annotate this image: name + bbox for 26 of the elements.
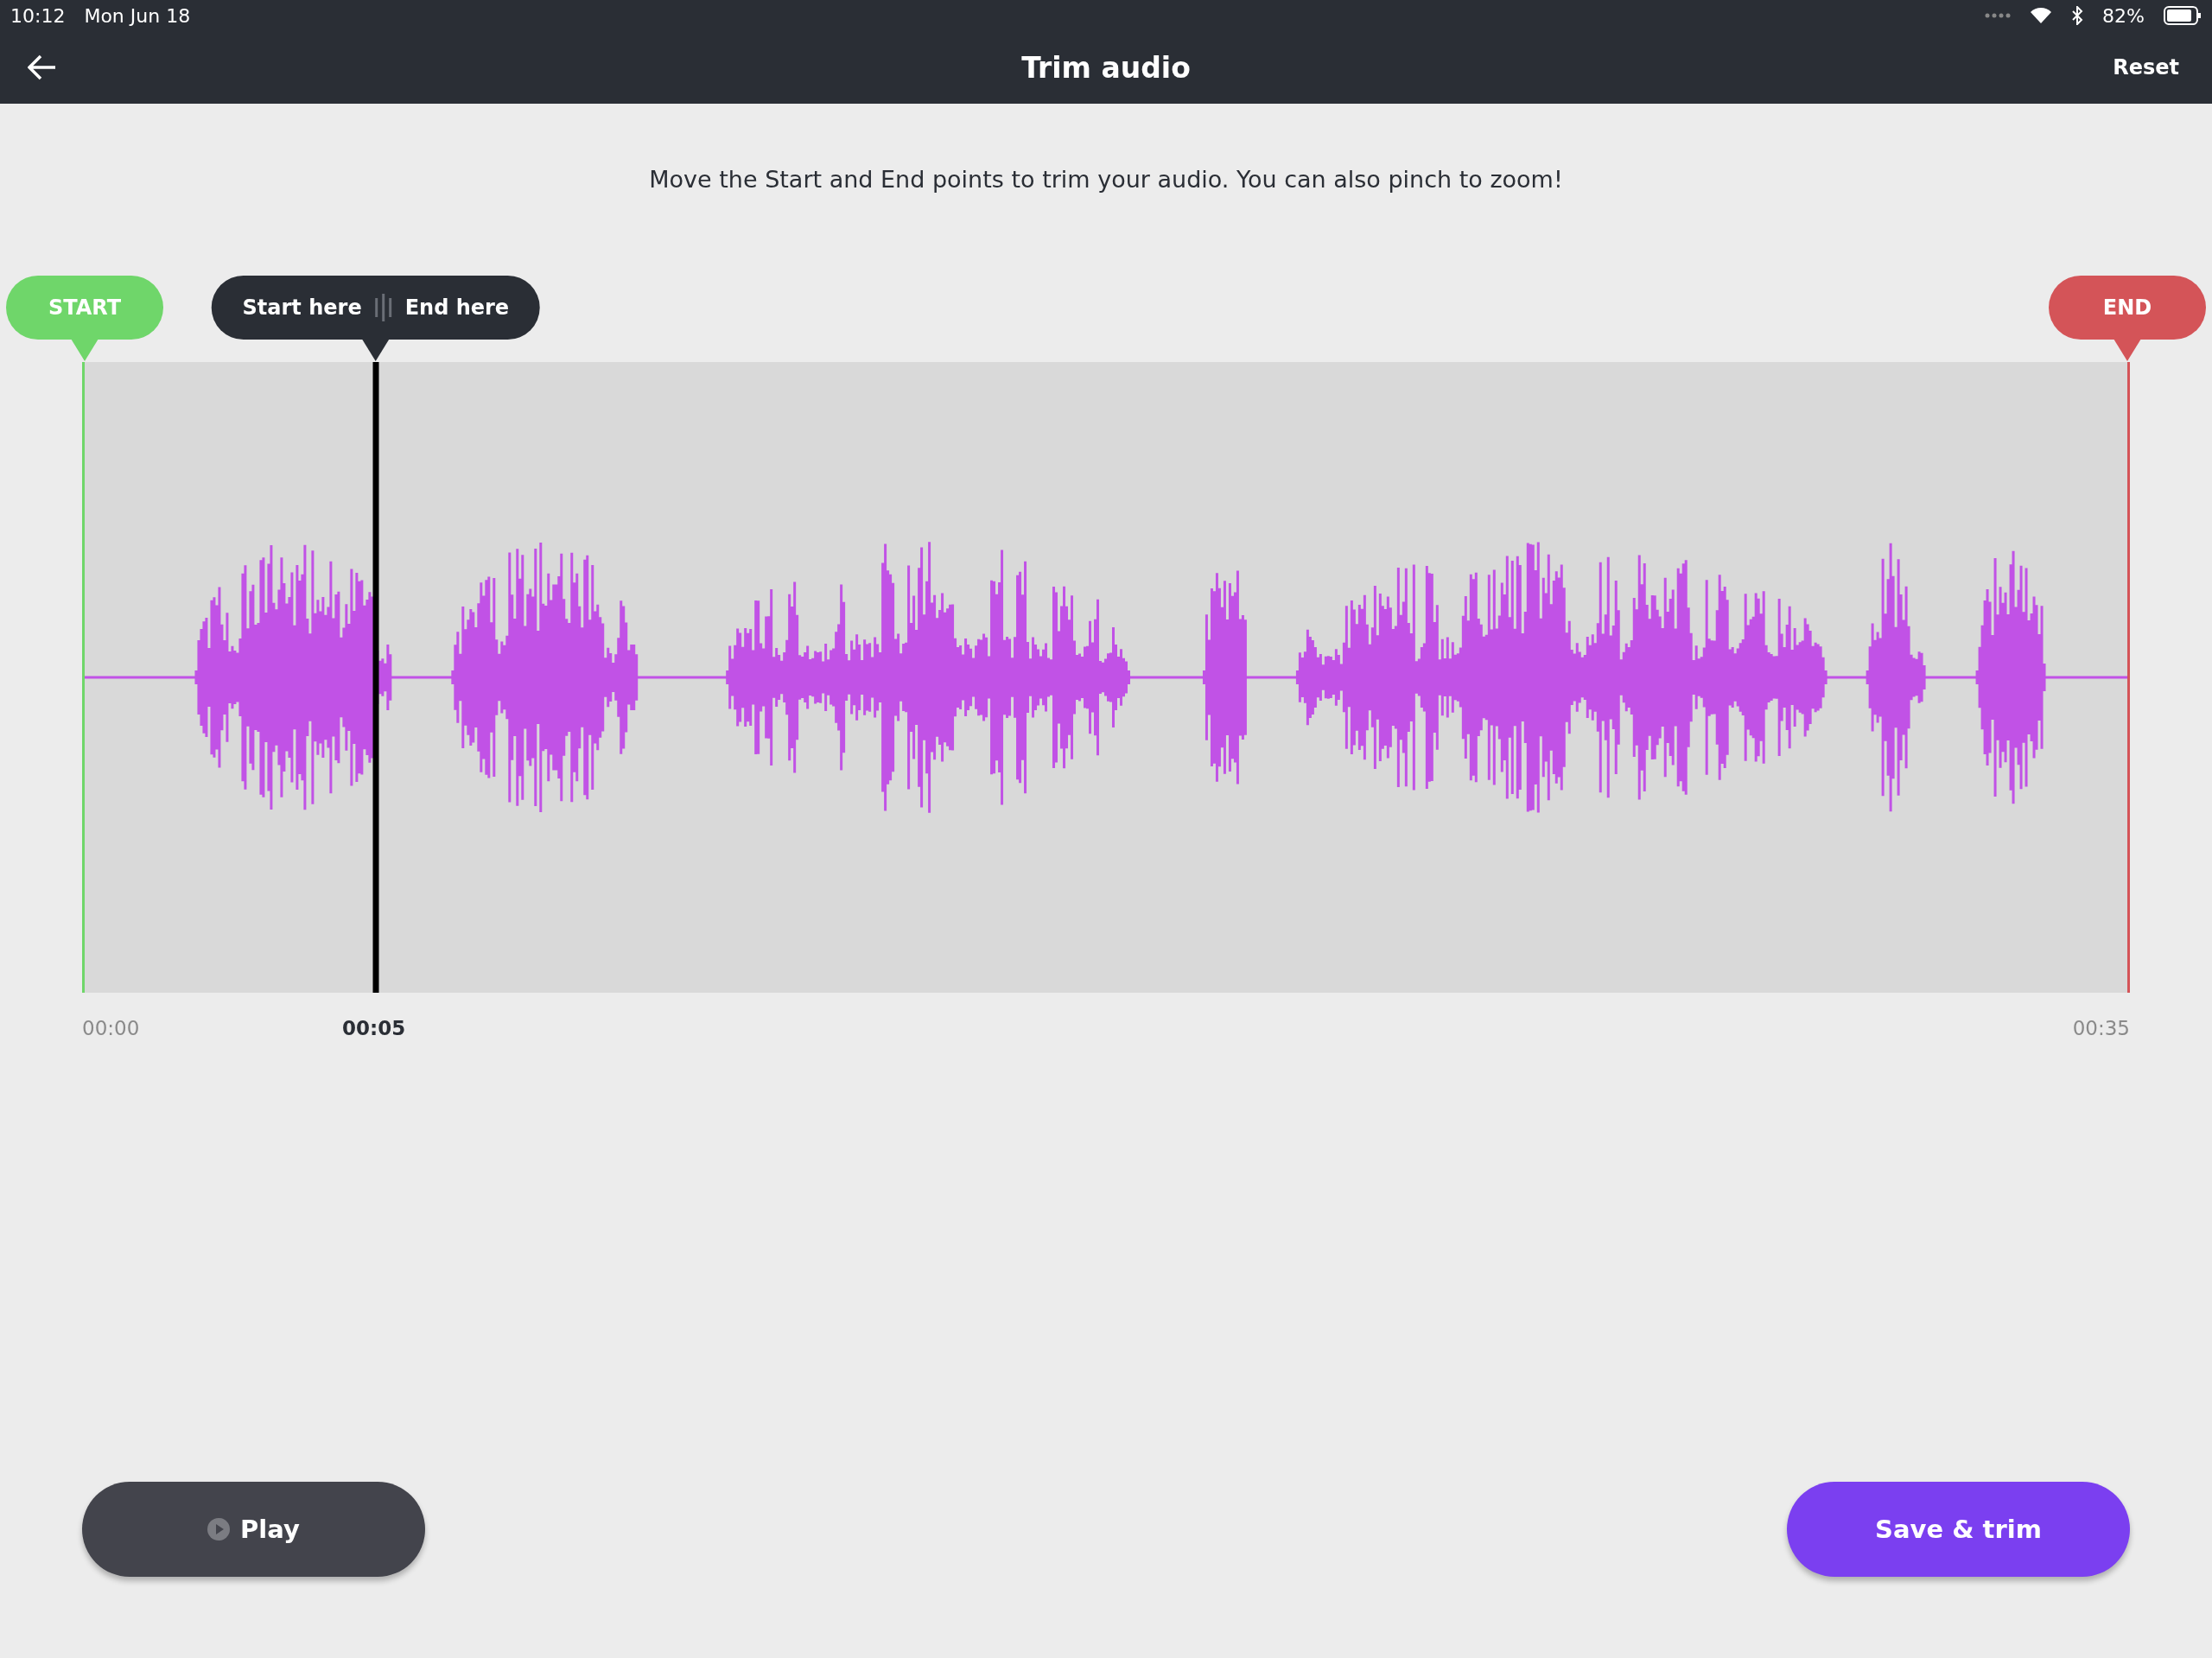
reset-button[interactable]: Reset: [2107, 54, 2184, 80]
bluetooth-icon: [2071, 6, 2084, 25]
instruction-text: Move the Start and End points to trim your audio. You can also pinch to zoom!: [648, 166, 1564, 193]
battery-percent: 82%: [2102, 4, 2145, 27]
start-time: 00:00: [82, 1017, 140, 1039]
end-here-label[interactable]: End here: [404, 295, 510, 320]
back-arrow-icon: [28, 54, 57, 80]
battery-icon: [2164, 6, 2202, 25]
end-marker-handle[interactable]: END: [2049, 276, 2206, 340]
save-trim-button[interactable]: Save & trim: [1787, 1482, 2130, 1577]
end-time: 00:35: [2072, 1017, 2130, 1039]
pointer-icon: [2113, 339, 2141, 361]
grip-icon: [373, 293, 393, 322]
play-button[interactable]: Play: [82, 1482, 425, 1577]
playhead-handle[interactable]: Start here End here: [211, 276, 541, 340]
page-title: Trim audio: [1021, 50, 1191, 85]
back-button[interactable]: [28, 54, 57, 80]
playhead-time: 00:05: [342, 1017, 406, 1039]
status-date: Mon Jun 18: [84, 4, 191, 27]
wifi-icon: [2030, 7, 2053, 24]
pointer-icon: [361, 339, 390, 361]
play-icon: [207, 1518, 231, 1540]
status-time: 10:12: [10, 4, 66, 27]
start-here-label[interactable]: Start here: [242, 295, 362, 320]
signal-icon: [1985, 13, 2012, 18]
pointer-icon: [71, 339, 99, 361]
